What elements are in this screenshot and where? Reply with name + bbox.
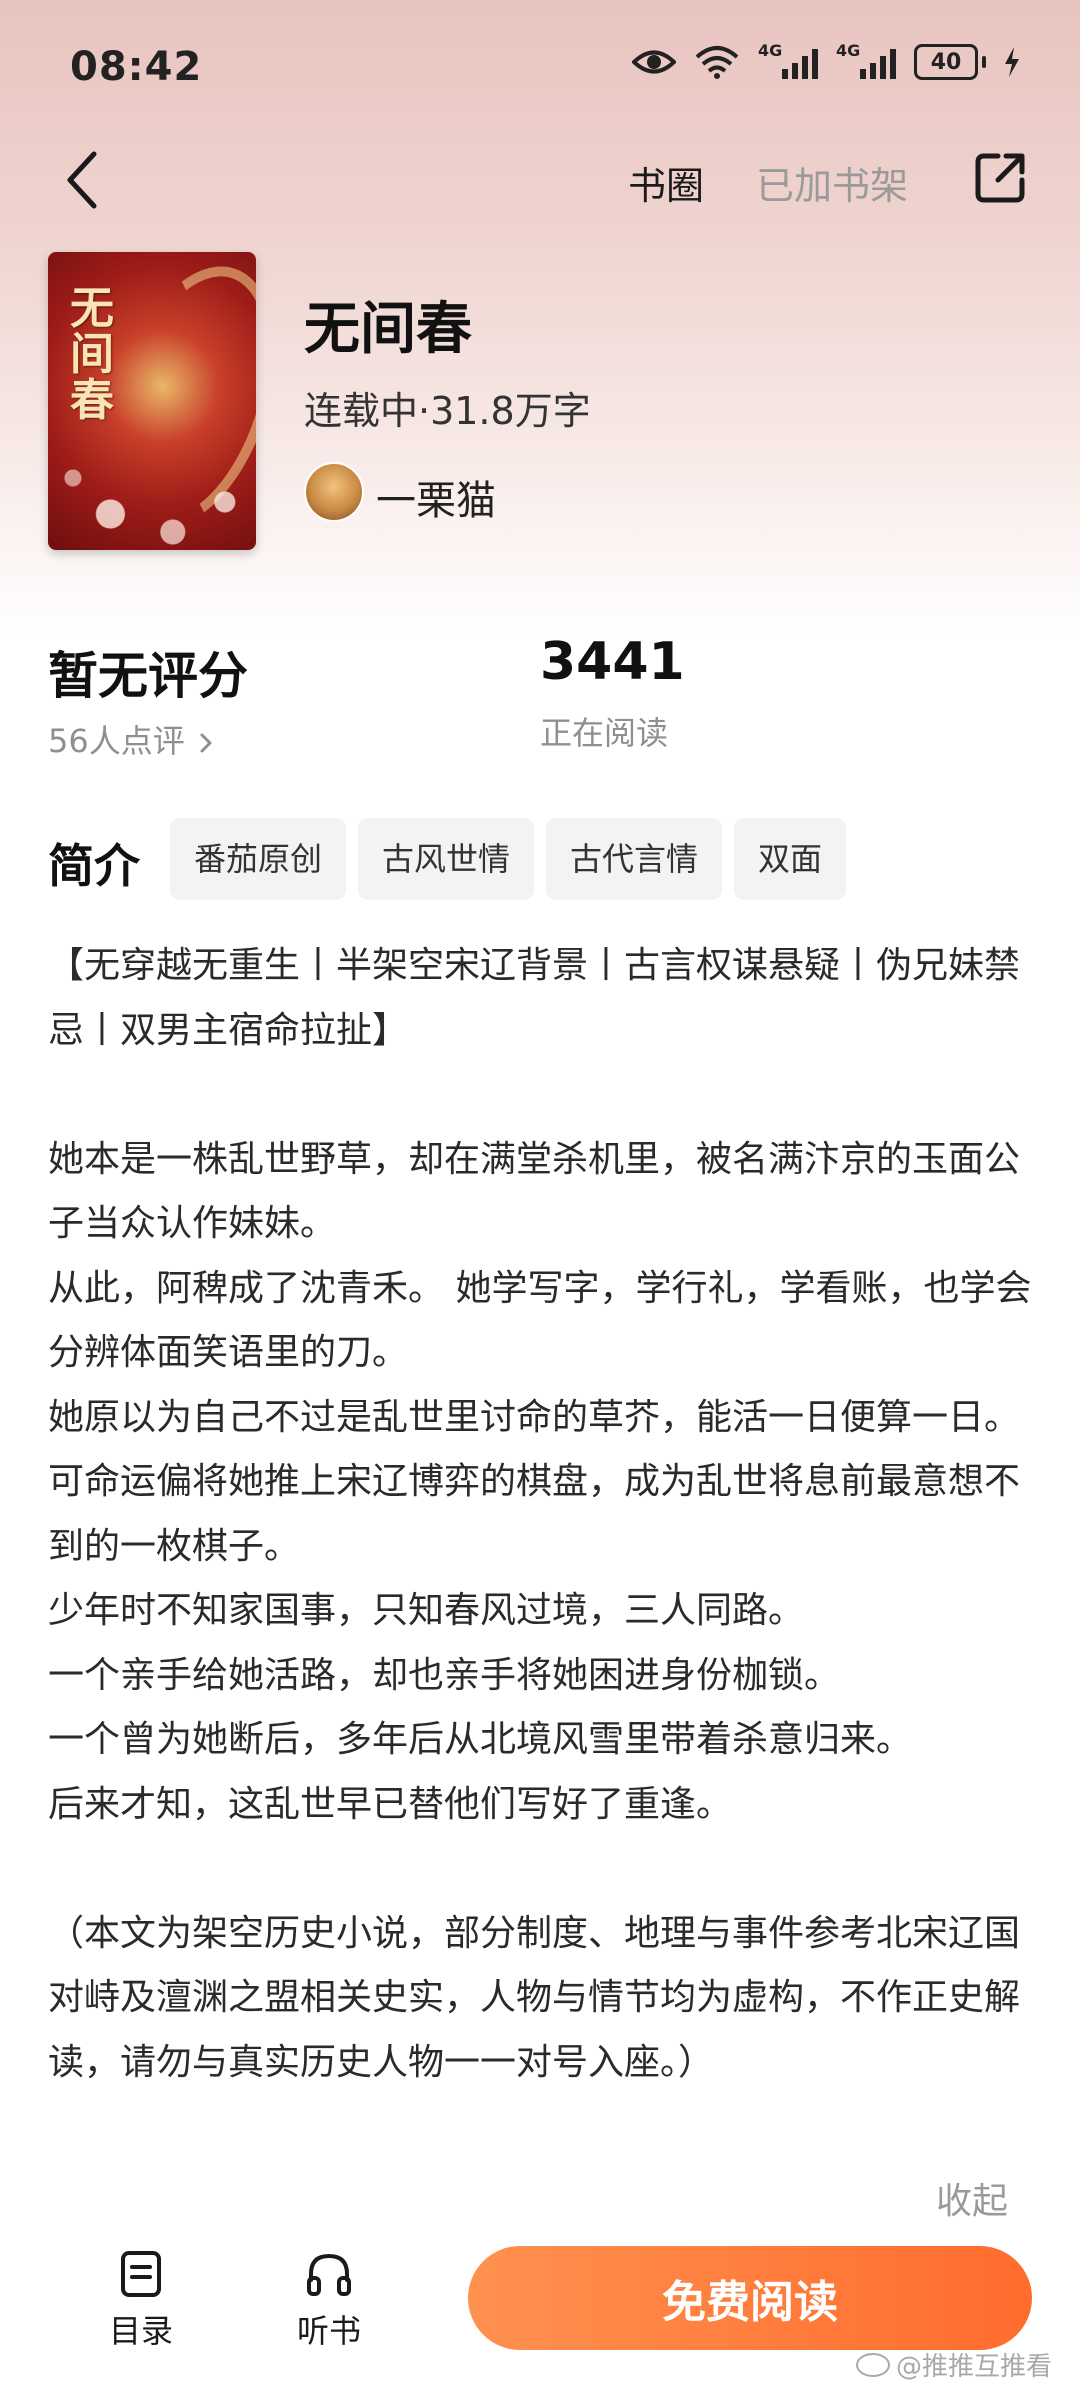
- description-paragraph: 后来才知，这乱世早已替他们写好了重逢。: [48, 1783, 733, 1825]
- added-to-shelf-button[interactable]: 已加书架: [756, 155, 908, 210]
- description-paragraph: 一个亲手给她活路，却也亲手将她困进身份枷锁。: [48, 1654, 841, 1696]
- book-description: 【无穿越无重生丨半架空宋辽背景丨古言权谋悬疑丨伪兄妹禁忌丨双男主宿命拉扯】 她本…: [48, 934, 1038, 2095]
- chevron-right-icon: [200, 733, 212, 753]
- cover-title: 无间春: [70, 283, 114, 426]
- rating-title: 暂无评分: [48, 647, 248, 705]
- network-label-1: 4G: [758, 41, 783, 60]
- catalog-label: 目录: [108, 2312, 173, 2350]
- charging-icon: [1005, 47, 1019, 77]
- chevron-left-icon[interactable]: [60, 148, 104, 212]
- signal-icon: 4G: [758, 41, 818, 79]
- rating-count: 56人点评: [48, 722, 185, 760]
- book-meta: 连载中·31.8万字: [304, 389, 591, 433]
- share-icon[interactable]: [972, 150, 1028, 206]
- tag-chip[interactable]: 双面: [734, 818, 847, 900]
- status-icons: 4G 4G 40: [632, 41, 1020, 80]
- listen-label: 听书: [296, 2312, 361, 2350]
- description-paragraph: 少年时不知家国事，只知春风过境，三人同路。: [48, 1590, 805, 1631]
- tag-list: 番茄原创 古风世情 古代言情 双面: [170, 818, 847, 900]
- list-icon: [121, 2251, 161, 2297]
- book-title: 无间春: [304, 297, 472, 362]
- collapse-button[interactable]: 收起: [936, 2172, 1008, 2224]
- network-label-2: 4G: [836, 41, 861, 60]
- free-read-button[interactable]: 免费阅读: [468, 2246, 1032, 2350]
- tag-chip[interactable]: 古风世情: [358, 818, 535, 900]
- shuquan-button[interactable]: 书圈: [628, 155, 704, 210]
- description-paragraph: 一个曾为她断后，多年后从北境风雪里带着杀意归来。: [48, 1719, 913, 1760]
- watermark: @推推互推看: [856, 2346, 1052, 2383]
- description-paragraph: 从此，阿稗成了沈青禾。 她学写字，学行礼，学看账，也学会分辨体面笑语里的刀。: [48, 1267, 1032, 1374]
- listen-button[interactable]: 听书: [284, 2250, 374, 2352]
- description-paragraph: （本文为架空历史小说，部分制度、地理与事件参考北宋辽国对峙及澶渊之盟相关史实，人…: [48, 1912, 1021, 2083]
- intro-label: 简介: [48, 839, 140, 893]
- headphones-icon: [307, 2253, 351, 2296]
- avatar[interactable]: [304, 462, 364, 522]
- reviews-link[interactable]: 56人点评: [48, 716, 213, 762]
- description-paragraph: 可命运偏将她推上宋辽博弈的棋盘，成为乱世将息前最意想不到的一枚棋子。: [48, 1461, 1021, 1567]
- tag-chip[interactable]: 番茄原创: [170, 818, 347, 900]
- reading-label: 正在阅读: [540, 714, 669, 752]
- watermark-text: @推推互推看: [896, 2352, 1053, 2382]
- status-time: 08:42: [70, 44, 203, 90]
- wifi-icon: [695, 46, 739, 79]
- book-cover[interactable]: 无间春: [48, 252, 256, 550]
- signal-icon: 4G: [836, 41, 896, 79]
- author-name[interactable]: 一栗猫: [376, 468, 496, 526]
- description-paragraph: 她原以为自己不过是乱世里讨命的草芥，能活一日便算一日。: [48, 1396, 1021, 1438]
- description-paragraph: 她本是一株乱世野草，却在满堂杀机里，被名满汴京的玉面公子当众认作妹妹。: [48, 1138, 1021, 1245]
- battery-icon: 40: [914, 44, 986, 80]
- weibo-icon: [856, 2352, 890, 2377]
- reading-count: 3441: [540, 632, 685, 692]
- eye-icon: [632, 50, 676, 74]
- tag-chip[interactable]: 古代言情: [546, 818, 723, 900]
- description-paragraph: 【无穿越无重生丨半架空宋辽背景丨古言权谋悬疑丨伪兄妹禁忌丨双男主宿命拉扯】: [48, 945, 1021, 1051]
- battery-level: 40: [914, 44, 978, 80]
- catalog-button[interactable]: 目录: [96, 2250, 186, 2352]
